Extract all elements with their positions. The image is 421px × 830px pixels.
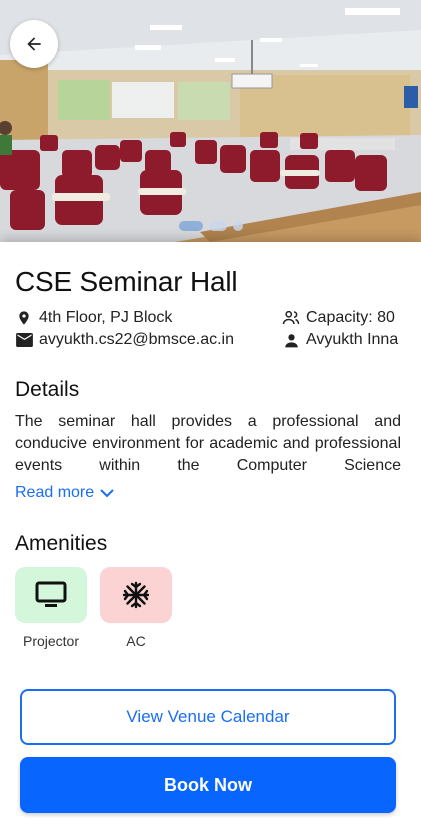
venue-details-sheet: CSE Seminar Hall 4th Floor, PJ Block avy… [0,242,421,830]
capacity-row: Capacity: 80 [282,309,395,327]
contact-row: Avyukth Inna [282,331,398,349]
venue-title: CSE Seminar Hall [15,266,238,297]
chevron-down-icon [100,488,114,498]
details-heading: Details [15,378,80,401]
email-row: avyukth.cs22@bmsce.ac.in [15,331,234,349]
amenities-heading: Amenities [15,532,108,555]
contact-person-text: Avyukth Inna [306,331,399,348]
book-now-button[interactable]: Book Now [20,757,396,813]
venue-photo [0,0,421,242]
email-text[interactable]: avyukth.cs22@bmsce.ac.in [39,331,234,349]
location-row: 4th Floor, PJ Block [15,309,172,327]
location-pin-icon [15,309,33,327]
amenity-label: AC [126,633,146,649]
arrow-left-icon [27,37,41,51]
amenity-ac: AC [100,567,172,649]
amenity-tile [15,567,87,623]
read-more-label: Read more [15,484,95,501]
view-calendar-button[interactable]: View Venue Calendar [20,689,396,745]
monitor-icon [35,581,67,607]
mail-icon [15,331,33,349]
carousel-dot[interactable] [208,221,227,231]
read-more-link[interactable]: Read more [15,484,114,502]
carousel-dot[interactable] [178,221,203,231]
amenity-projector: Projector [15,567,87,649]
amenity-tile [100,567,172,623]
people-icon [282,309,300,327]
amenity-label: Projector [22,633,80,649]
person-icon [282,331,300,349]
venue-description: The seminar hall provides a professional… [15,413,401,474]
snowflake-icon [122,581,150,609]
location-text: 4th Floor, PJ Block [39,309,173,326]
back-button[interactable] [10,20,58,68]
carousel-indicator [0,221,421,231]
capacity-text: Capacity: 80 [306,309,395,326]
venue-image-carousel[interactable] [0,0,421,242]
carousel-dot[interactable] [232,221,243,231]
